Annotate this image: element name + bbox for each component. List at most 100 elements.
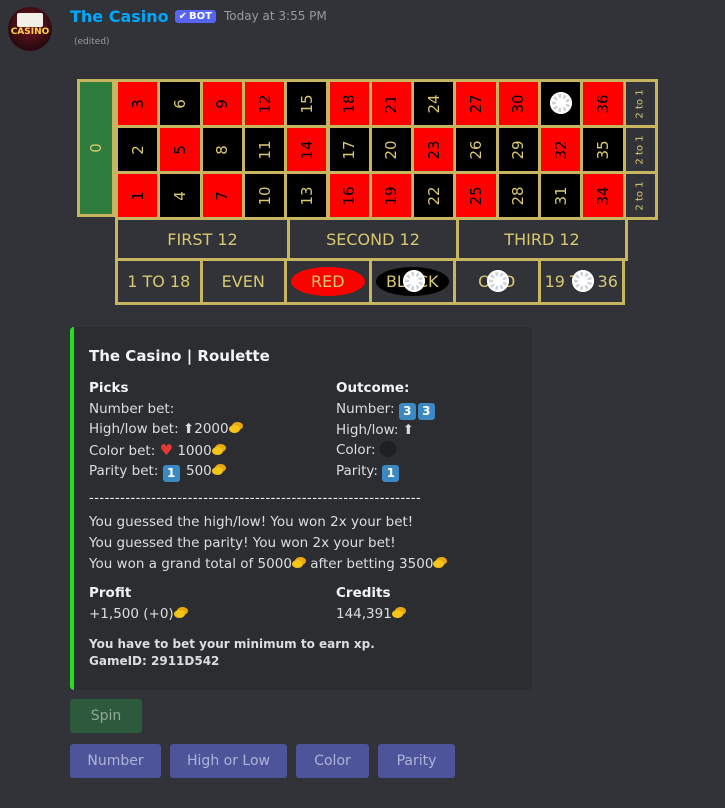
outcome-color-label: Color: (336, 442, 376, 458)
board-cell-number: 3 (128, 98, 147, 109)
board-cell-15: 15 (284, 79, 330, 128)
picks-field: Picks Number bet: High/low bet: ⬆2000 Co… (89, 378, 243, 482)
parity-bet-value: 500 (186, 463, 212, 479)
outcome-field: Outcome: Number: 33 High/low: ⬆ Color: P… (336, 378, 437, 482)
board-cell-number: 10 (255, 185, 274, 206)
board-cell-6: 6 (157, 79, 203, 128)
author-name[interactable]: The Casino (70, 7, 169, 26)
board-cell-9: 9 (199, 79, 245, 128)
board-cell-number: 34 (593, 185, 612, 206)
outcome-parity-line: Parity: 1 (336, 461, 437, 482)
board-cell-number: 29 (509, 139, 528, 160)
outcome-highlow-label: High/low: (336, 421, 399, 438)
board-cell-16: 16 (326, 171, 372, 220)
credits-title: Credits (336, 585, 391, 601)
number-button[interactable]: Number (70, 744, 161, 778)
board-cell-number: 35 (593, 139, 612, 160)
coins-icon (433, 557, 447, 569)
footer-xp-note: You have to bet your minimum to earn xp. (89, 637, 375, 651)
column-bet-label: 2 to 1 (634, 134, 646, 165)
coins-icon (173, 607, 188, 619)
bot-avatar[interactable]: CASINO (8, 7, 52, 51)
board-cell-27: 27 (453, 79, 499, 128)
board-cell-1: 1 (115, 171, 161, 220)
footer-game-id: GameID: 2911D542 (89, 654, 220, 668)
board-cell-26: 26 (453, 125, 499, 174)
board-cell-number: 5 (170, 144, 189, 155)
board-cell-number: 13 (297, 185, 316, 206)
highlow-bet-value: ⬆2000 (182, 421, 229, 437)
profit-line: +1,500 (+0) (89, 604, 188, 625)
board-cell-4: 4 (157, 171, 203, 220)
high-or-low-button[interactable]: High or Low (170, 744, 287, 778)
board-cell-13: 13 (284, 171, 330, 220)
keycap-three-icon: 3 (417, 402, 435, 420)
parity-bet-line: Parity bet: 1 500 (89, 461, 243, 482)
board-cell-25: 25 (453, 171, 499, 220)
board-cell-12: 12 (241, 79, 288, 128)
board-cell-34: 34 (580, 171, 626, 220)
result-message: You guessed the parity! You won 2x your … (89, 535, 396, 551)
highlow-bet-line: High/low bet: ⬆2000 (89, 419, 243, 440)
board-cell-8: 8 (199, 125, 245, 174)
spin-button[interactable]: Spin (70, 699, 142, 733)
message-header: The Casino ✔ BOT Today at 3:55 PM (70, 5, 327, 27)
board-cell-7: 7 (199, 171, 245, 220)
board-cell-10: 10 (241, 171, 288, 220)
profit-value: +1,500 (+0) (89, 605, 174, 622)
column-bet-label: 2 to 1 (634, 88, 646, 119)
outcome-parity-label: Parity: (336, 462, 378, 479)
board-cell-21: 21 (368, 79, 415, 128)
board-cell-number: 30 (509, 93, 528, 114)
credits-value: 144,391 (336, 605, 392, 622)
board-cell-number: 16 (340, 185, 359, 206)
board-cell-11: 11 (241, 125, 288, 174)
embed-footer: You have to bet your minimum to earn xp.… (89, 636, 375, 670)
board-cell-2: 2 (115, 125, 161, 174)
column-bet-cell: 2 to 1 (622, 171, 658, 220)
profit-title: Profit (89, 585, 132, 601)
parity-button[interactable]: Parity (378, 744, 455, 778)
board-cell-20: 20 (368, 125, 415, 174)
board-cell-36: 36 (580, 79, 626, 128)
color-bet-line: Color bet: ♥ 1000 (89, 440, 243, 462)
credits-line: 144,391 (336, 604, 406, 625)
color-bet-label: Color bet: (89, 442, 156, 459)
board-cell-23: 23 (411, 125, 457, 174)
playing-cards-icon (17, 13, 43, 27)
up-arrow-icon: ⬆ (402, 421, 415, 438)
board-cell-number: 8 (213, 144, 232, 155)
board-cell-22: 22 (411, 171, 457, 220)
number-bet-line: Number bet: (89, 399, 243, 420)
board-cell-number: 19 (382, 185, 401, 206)
board-cell-17: 17 (326, 125, 372, 174)
outside-bet-cell: EVEN (199, 258, 287, 305)
outside-bet-label: RED (310, 272, 345, 291)
credits-field: Credits 144,391 (336, 583, 406, 624)
board-cell-number: 15 (297, 93, 316, 114)
zero-label: 0 (87, 143, 105, 153)
board-cell-number: 2 (128, 144, 147, 155)
board-cell-number: 24 (424, 93, 443, 114)
outside-bet-cell: 1 TO 18 (115, 258, 203, 305)
chip-icon (402, 270, 425, 292)
board-cell-number: 25 (467, 185, 486, 206)
red-heart-icon: ♥ (159, 440, 174, 459)
board-cell-number: 20 (382, 139, 401, 160)
roulette-embed: The Casino | Roulette Picks Number bet: … (70, 327, 532, 690)
board-cell-number: 17 (340, 139, 359, 160)
board-cell-number: 32 (551, 139, 570, 160)
coins-icon (291, 557, 306, 569)
keycap-three-icon: 3 (398, 402, 416, 420)
edited-indicator: (edited) (74, 37, 110, 47)
dozen-bet-cell: FIRST 12 (115, 217, 290, 261)
picks-title: Picks (89, 380, 129, 396)
color-button[interactable]: Color (296, 744, 369, 778)
board-cell-29: 29 (495, 125, 541, 174)
board-cell-28: 28 (495, 171, 541, 220)
board-cell-number: 11 (255, 139, 274, 160)
board-cell-number: 6 (170, 98, 189, 109)
board-cell-zero: 0 (77, 79, 115, 217)
board-cell-35: 35 (580, 125, 626, 174)
avatar-logo-text: CASINO (10, 27, 50, 37)
